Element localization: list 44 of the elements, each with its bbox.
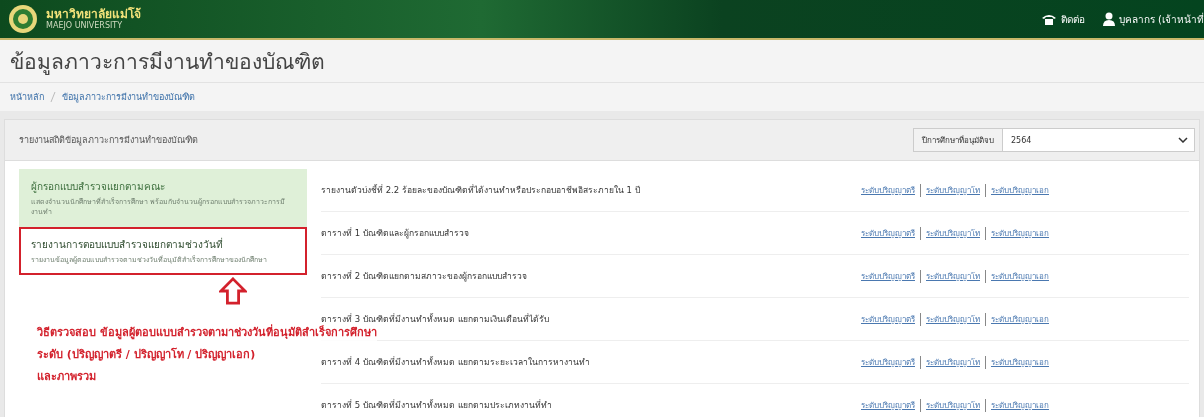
degree-level-link[interactable]: ระดับปริญญาเอก — [985, 355, 1049, 369]
phone-icon — [1040, 13, 1057, 25]
degree-level-link[interactable]: ระดับปริญญาตรี — [861, 183, 915, 197]
degree-level-link[interactable]: ระดับปริญญาตรี — [861, 398, 915, 412]
annotation-text: และภาพรวม — [37, 369, 96, 385]
degree-level-link[interactable]: ระดับปริญญาตรี — [861, 355, 915, 369]
year-select[interactable]: ปีการศึกษาที่อนุมัติจบ 2564 — [913, 128, 1195, 152]
annotation-text: ระดับ (ปริญญาตรี / ปริญญาโท / ปริญญาเอก) — [37, 347, 256, 363]
contact-link[interactable]: ติดต่อ — [1040, 11, 1085, 27]
breadcrumb-separator-icon — [50, 92, 56, 102]
degree-level-link[interactable]: ระดับปริญญาโท — [920, 183, 980, 197]
degree-level-link[interactable]: ระดับปริญญาโท — [920, 269, 980, 283]
university-subtitle: MAEJO UNIVERSITY — [46, 21, 124, 31]
degree-level-link[interactable]: ระดับปริญญาโท — [920, 226, 980, 240]
page-title: ข้อมูลภาวะการมีงานทำของบัณฑิต — [10, 48, 325, 77]
report-title: ตารางที่ 3 บัณฑิตที่มีงานทำทั้งหมด แยกตามเงินเดือนที่ได้รับ — [321, 312, 550, 324]
degree-level-link[interactable]: ระดับปริญญาเอก — [985, 183, 1049, 197]
report-title: ตารางที่ 2 บัณฑิตแยกตามสภาวะของผู้กรอกแบบสำรวจ — [321, 269, 528, 283]
report-title: ตารางที่ 4 บัณฑิตที่มีงานทำทั้งหมด แยกตามระยะเวลาในการหางานทำ — [321, 355, 591, 369]
degree-level-link[interactable]: ระดับปริญญาเอก — [985, 269, 1049, 283]
university-logo-icon — [8, 4, 38, 34]
degree-level-link[interactable]: ระดับปริญญาตรี — [861, 269, 915, 283]
report-title: ตารางที่ 5 บัณฑิตที่มีงานทำทั้งหมด แยกตามประเภทงานที่ทำ — [321, 398, 553, 412]
degree-level-link[interactable]: ระดับปริญญาเอก — [985, 398, 1049, 412]
university-name: มหาวิทยาลัยแม่โจ้ — [46, 7, 141, 21]
user-icon — [1102, 12, 1115, 26]
degree-level-link[interactable]: ระดับปริญญาตรี — [861, 226, 915, 240]
degree-level-link[interactable]: ระดับปริญญาโท — [920, 312, 980, 326]
up-arrow-icon — [219, 277, 247, 305]
year-select-value: 2564 — [1010, 135, 1033, 145]
degree-level-link[interactable]: ระดับปริญญาโท — [920, 398, 980, 412]
chevron-down-icon — [1178, 137, 1188, 143]
degree-level-link[interactable]: ระดับปริญญาตรี — [861, 312, 915, 326]
degree-level-link[interactable]: ระดับปริญญาโท — [920, 355, 980, 369]
report-title: รายงานตัวบ่งชี้ที่ 2.2 ร้อยละของบัณฑิตที่ได้งานทำหรือประกอบอาชีพอิสระภายใน 1 ปี — [321, 183, 641, 197]
degree-level-link[interactable]: ระดับปริญญาเอก — [985, 312, 1049, 326]
degree-level-link[interactable]: ระดับปริญญาเอก — [985, 226, 1049, 240]
user-menu-link[interactable]: บุคลากร (เจ้าหน้าที่ — [1102, 11, 1204, 27]
report-title: ตารางที่ 1 บัณฑิตและผู้กรอกแบบสำรวจ — [321, 226, 470, 240]
breadcrumb-link[interactable]: ข้อมูลภาวะการมีงานทำของบัณฑิต — [62, 90, 195, 104]
panel-title: รายงานสถิติข้อมูลภาวะการมีงานทำของบัณฑิต — [19, 134, 198, 147]
breadcrumb-link[interactable]: หน้าหลัก — [10, 90, 44, 104]
annotation-text: วิธีตรวจสอบ ข้อมูลผู้ตอบแบบสำรวจตามาช่วงวันที่อนุมัติสำเร็จการศึกษา — [37, 325, 377, 341]
year-select-label: ปีการศึกษาที่อนุมัติจบ — [914, 129, 1003, 151]
